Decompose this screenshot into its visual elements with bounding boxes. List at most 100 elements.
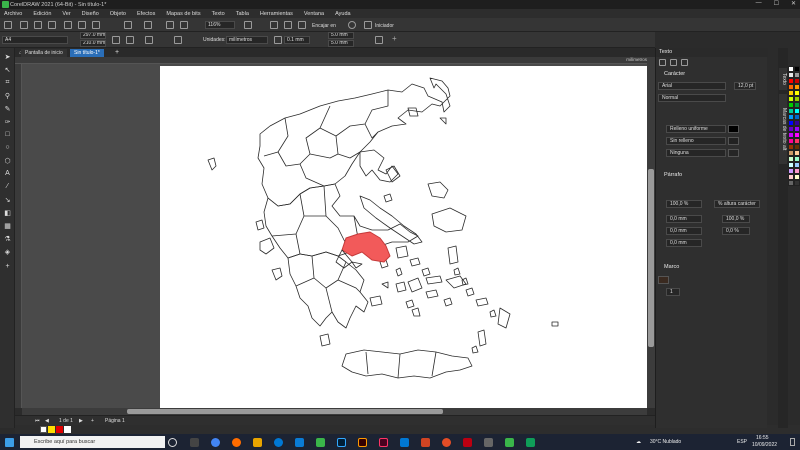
swatch-yellow[interactable] (48, 426, 55, 433)
zoom-tool-icon[interactable]: ⚲ (3, 91, 12, 100)
frame-tab-icon[interactable] (681, 59, 688, 66)
export-icon[interactable] (180, 21, 188, 29)
nudge-distance-field[interactable]: 0.1 mm (284, 36, 310, 44)
add-page-icon[interactable]: + (91, 418, 94, 424)
paste-icon[interactable] (92, 21, 100, 29)
drop-shadow-icon[interactable]: ◧ (3, 208, 12, 217)
page-width-field[interactable]: 297.0 mm (80, 32, 106, 39)
page-size-select[interactable]: A4 (2, 36, 68, 44)
coreldraw-active-icon[interactable] (505, 438, 514, 447)
page-height-field[interactable]: 210.0 mm (80, 40, 106, 47)
columns-field[interactable]: 1 (666, 288, 680, 296)
maximize-icon[interactable]: ☐ (774, 0, 779, 7)
app-gray-icon[interactable] (484, 438, 493, 447)
rulers-icon[interactable] (270, 21, 278, 29)
portrait-icon[interactable] (112, 36, 120, 44)
vertical-scroll-thumb[interactable] (648, 169, 654, 347)
illustrator-icon[interactable] (358, 438, 367, 447)
undo-icon[interactable] (124, 21, 132, 29)
all-pages-icon[interactable] (126, 36, 134, 44)
menu-tabla[interactable]: Tabla (236, 11, 249, 17)
menu-herramientas[interactable]: Herramientas (260, 11, 293, 17)
firefox-icon[interactable] (232, 438, 241, 447)
swatch-red[interactable] (56, 426, 63, 433)
parallel-dimension-icon[interactable]: ⁄ (3, 182, 12, 191)
indent-field[interactable]: 0,0 mm (666, 239, 702, 247)
file-explorer-icon[interactable] (253, 438, 262, 447)
space-before-field[interactable]: 0,0 mm (666, 215, 702, 223)
frame-header[interactable]: Marco (656, 263, 768, 272)
powerpoint-icon[interactable] (421, 438, 430, 447)
save-icon[interactable] (34, 21, 42, 29)
transparency-icon[interactable]: ▦ (3, 221, 12, 230)
word-spacing-field[interactable]: 0,0 % (722, 227, 750, 235)
launcher-dropdown[interactable]: Iniciador (375, 23, 394, 29)
shape-tool-icon[interactable]: ↖ (3, 65, 12, 74)
notifications-icon[interactable] (790, 438, 795, 446)
greece-map[interactable] (160, 66, 647, 408)
vertical-ruler[interactable] (15, 64, 22, 408)
close-icon[interactable]: ✕ (791, 0, 796, 7)
mail-icon[interactable] (400, 438, 409, 447)
drawing-page[interactable] (160, 66, 647, 408)
add-tab-icon[interactable]: + (111, 49, 123, 57)
text-tool-icon[interactable]: A (3, 169, 12, 178)
freehand-tool-icon[interactable]: ✎ (3, 104, 12, 113)
docker-tab-marcas[interactable]: Marcas de texto alt (779, 94, 787, 164)
docker-tab-texto[interactable]: Texto (779, 68, 787, 90)
excel-icon[interactable] (526, 438, 535, 447)
duplicate-x-field[interactable]: 5.0 mm (328, 32, 354, 39)
indesign-icon[interactable] (379, 438, 388, 447)
swatch-white-2[interactable] (64, 426, 71, 433)
page-tab[interactable]: Página 1 (105, 418, 125, 424)
photos-icon[interactable] (295, 438, 304, 447)
ellipse-tool-icon[interactable]: ○ (3, 143, 12, 152)
fill-type-select[interactable]: Relleno uniforme (666, 125, 726, 133)
copy-icon[interactable] (78, 21, 86, 29)
menu-objeto[interactable]: Objeto (110, 11, 126, 17)
menu-diseno[interactable]: Diseño (82, 11, 99, 17)
language-indicator[interactable]: ESP (737, 439, 747, 445)
font-family-select[interactable]: Arial (658, 82, 726, 90)
grid-icon[interactable] (284, 21, 292, 29)
horizontal-scrollbar[interactable] (22, 408, 647, 415)
launcher-icon[interactable] (364, 21, 372, 29)
crop-tool-icon[interactable]: ⌗ (3, 78, 12, 87)
menu-efectos[interactable]: Efectos (137, 11, 155, 17)
clock-time[interactable]: 16:55 (756, 435, 769, 441)
line-spacing-field[interactable]: 100,0 % (666, 200, 702, 208)
rectangle-tool-icon[interactable]: □ (3, 130, 12, 139)
weather-text[interactable]: 30°C Nublado (650, 439, 681, 445)
first-page-icon[interactable]: ⏮ (35, 418, 40, 424)
character-tab-icon[interactable] (659, 59, 666, 66)
clock-date[interactable]: 10/09/2022 (752, 442, 777, 448)
import-icon[interactable] (166, 21, 174, 29)
chrome-icon[interactable] (211, 438, 220, 447)
menu-mapas[interactable]: Mapas de bits (166, 11, 200, 17)
taskbar-search[interactable]: Escribe aquí para buscar (20, 436, 165, 448)
artistic-media-icon[interactable]: ✑ (3, 117, 12, 126)
windows-start-icon[interactable] (5, 438, 14, 447)
edge-icon[interactable] (274, 438, 283, 447)
photoshop-icon[interactable] (337, 438, 346, 447)
background-color-swatch[interactable] (728, 137, 739, 145)
coreldraw-taskbar-icon[interactable] (316, 438, 325, 447)
horizontal-scroll-thumb[interactable] (127, 409, 443, 414)
interactive-fill-icon[interactable]: ◈ (3, 247, 12, 256)
paragraph-header[interactable]: Párrafo (656, 171, 768, 180)
eyedropper-icon[interactable]: ⚗ (3, 234, 12, 243)
vertical-scrollbar[interactable] (647, 57, 655, 408)
spacing-unit-select[interactable]: % altura carácter (714, 200, 760, 208)
font-style-select[interactable]: Normal (658, 94, 726, 102)
zoom-level-field[interactable]: 116% (205, 21, 235, 29)
task-view-icon[interactable] (168, 438, 177, 447)
menu-ventana[interactable]: Ventana (304, 11, 324, 17)
character-header[interactable]: Carácter (656, 70, 768, 79)
minimize-icon[interactable]: — (756, 0, 762, 7)
frame-fill-swatch[interactable] (658, 276, 669, 284)
print-icon[interactable] (48, 21, 56, 29)
snap-to-dropdown[interactable]: Encajar en (312, 23, 336, 29)
options-gear-icon[interactable] (348, 21, 356, 29)
current-page-icon[interactable] (145, 36, 153, 44)
fill-color-swatch[interactable] (728, 125, 739, 133)
